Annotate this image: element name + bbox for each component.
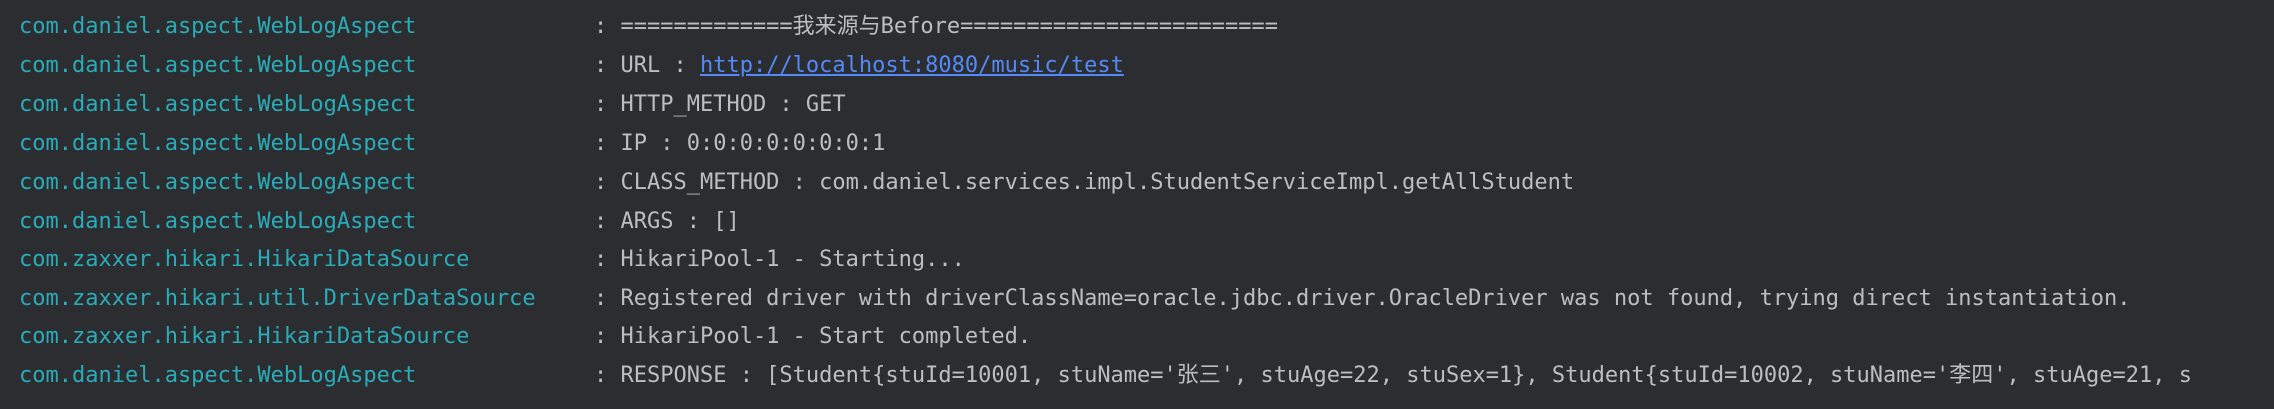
log-message: : IP : 0:0:0:0:0:0:0:1 [594,125,885,163]
logger-name: com.daniel.aspect.WebLogAspect [19,363,417,388]
message-text: : CLASS_METHOD : com.daniel.services.imp… [594,170,1575,195]
log-message: : CLASS_METHOD : com.daniel.services.imp… [594,164,1574,202]
message-text: : HikariPool-1 - Starting... [594,247,965,272]
message-text: : Registered driver with driverClassName… [594,286,2131,311]
message-text: : URL : [594,53,700,78]
log-message: : =============我来源与Before===============… [594,8,1278,46]
logger-name: com.daniel.aspect.WebLogAspect [19,92,417,117]
message-text: : IP : 0:0:0:0:0:0:0:1 [594,131,886,156]
message-text: : HTTP_METHOD : GET [594,92,846,117]
message-text: : ARGS : [] [594,209,740,234]
log-message: : HTTP_METHOD : GET [594,86,846,124]
logger-name: com.daniel.aspect.WebLogAspect [19,170,417,195]
message-text: : =============我来源与Before===============… [594,14,1279,39]
message-text: : RESPONSE : [Student{stuId=10001, stuNa… [594,363,2192,388]
url-link[interactable]: http://localhost:8080/music/test [700,53,1124,78]
log-message: : URL : http://localhost:8080/music/test [594,47,1124,85]
logger-name: com.daniel.aspect.WebLogAspect [19,131,417,156]
logger-name: com.daniel.aspect.WebLogAspect [19,209,417,234]
logger-name: com.zaxxer.hikari.util.DriverDataSource [19,286,536,311]
logger-name: com.zaxxer.hikari.HikariDataSource [19,247,470,272]
message-text: : HikariPool-1 - Start completed. [594,324,1032,349]
log-message: : HikariPool-1 - Start completed. [594,318,1031,356]
logger-name: com.daniel.aspect.WebLogAspect [19,14,417,39]
log-message: : HikariPool-1 - Starting... [594,241,965,279]
logger-name: com.zaxxer.hikari.HikariDataSource [19,324,470,349]
log-message: : Registered driver with driverClassName… [594,280,2130,318]
log-message: : ARGS : [] [594,203,740,241]
logger-name: com.daniel.aspect.WebLogAspect [19,53,417,78]
log-message: : RESPONSE : [Student{stuId=10001, stuNa… [594,357,2192,395]
console-output: com.daniel.aspect.WebLogAspect : =======… [0,0,2274,409]
